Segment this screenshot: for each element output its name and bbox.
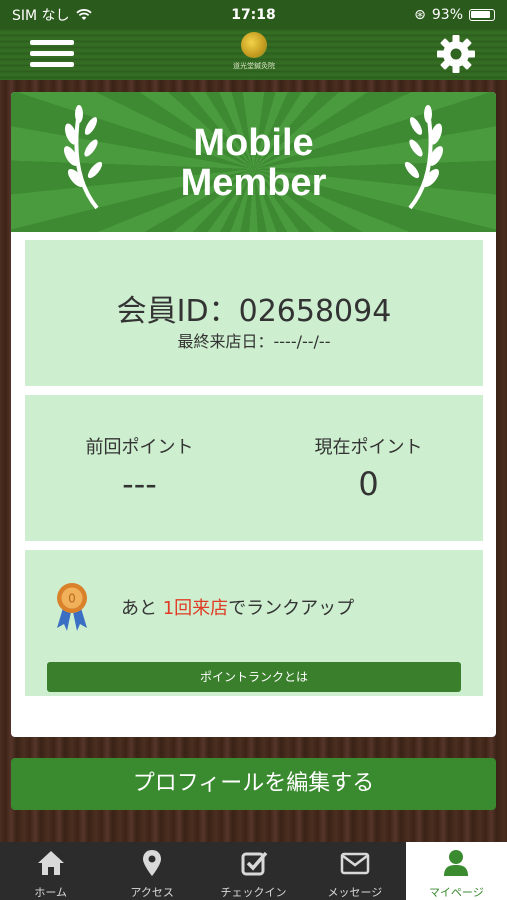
- last-visit-date: 最終来店日：----/--/--: [177, 332, 331, 351]
- current-points-value: 0: [358, 465, 379, 503]
- tab-mypage[interactable]: マイページ: [405, 842, 507, 900]
- member-id: 会員ID：02658094: [116, 294, 392, 329]
- tab-home-label: ホーム: [34, 886, 68, 899]
- tab-messages[interactable]: メッセージ: [304, 842, 405, 900]
- rank-up-message: あと 1回来店でランクアップ: [121, 594, 354, 620]
- hamburger-icon: [30, 40, 74, 45]
- checkbox-icon: [241, 851, 267, 876]
- tab-checkin-label: チェックイン: [220, 886, 287, 899]
- app-header: 道光堂鍼灸院: [0, 30, 507, 80]
- mobile-member-banner: Mobile Member: [11, 92, 496, 232]
- member-card: Mobile Member 会員ID：02658094 最終来店日：----/-…: [11, 92, 496, 737]
- banner-title-line1: Mobile: [193, 122, 314, 164]
- home-icon: [37, 851, 64, 875]
- battery-icon: [469, 9, 495, 21]
- medal-icon: 0: [57, 583, 87, 631]
- previous-points-label: 前回ポイント: [85, 437, 194, 458]
- tab-checkin[interactable]: チェックイン: [203, 842, 304, 900]
- points-panel: 前回ポイント --- 現在ポイント 0: [25, 395, 483, 541]
- svg-text:0: 0: [68, 592, 76, 606]
- rank-highlight: 1回来店: [162, 598, 229, 619]
- user-icon: [444, 850, 469, 876]
- wifi-icon: [75, 9, 92, 20]
- tab-messages-label: メッセージ: [327, 886, 383, 899]
- banner-title-line2: Member: [180, 162, 327, 204]
- rank-panel: 0 あと 1回来店でランクアップ ポイントランクとは: [25, 550, 483, 696]
- location-pin-icon: [143, 850, 162, 876]
- logo-mark-icon: [241, 32, 267, 58]
- tab-home[interactable]: ホーム: [0, 842, 101, 900]
- member-id-panel: 会員ID：02658094 最終来店日：----/--/--: [25, 240, 483, 386]
- envelope-icon: [340, 852, 370, 875]
- logo-text: 道光堂鍼灸院: [233, 62, 275, 70]
- edit-profile-button[interactable]: プロフィールを編集する: [11, 758, 496, 810]
- status-bar: SIM なし 17:18 ⊛ 93%: [0, 0, 507, 30]
- point-rank-info-button[interactable]: ポイントランクとは: [47, 662, 461, 692]
- tab-access-label: アクセス: [130, 886, 174, 899]
- tab-mypage-label: マイページ: [428, 886, 484, 899]
- bottom-tab-bar: ホーム アクセス チェックイン メッセージ マイページ: [0, 842, 507, 900]
- tab-access[interactable]: アクセス: [101, 842, 202, 900]
- battery-percent: 93%: [431, 7, 463, 23]
- rank-prefix: あと: [121, 598, 163, 619]
- app-logo: 道光堂鍼灸院: [222, 32, 286, 76]
- menu-button[interactable]: [30, 36, 74, 72]
- carrier-label: SIM なし: [12, 8, 70, 24]
- gear-icon[interactable]: [434, 32, 478, 76]
- previous-points-value: ---: [122, 465, 157, 503]
- orientation-lock-icon: ⊛: [414, 7, 426, 23]
- current-points-label: 現在ポイント: [314, 437, 423, 458]
- rank-suffix: でランクアップ: [228, 598, 355, 619]
